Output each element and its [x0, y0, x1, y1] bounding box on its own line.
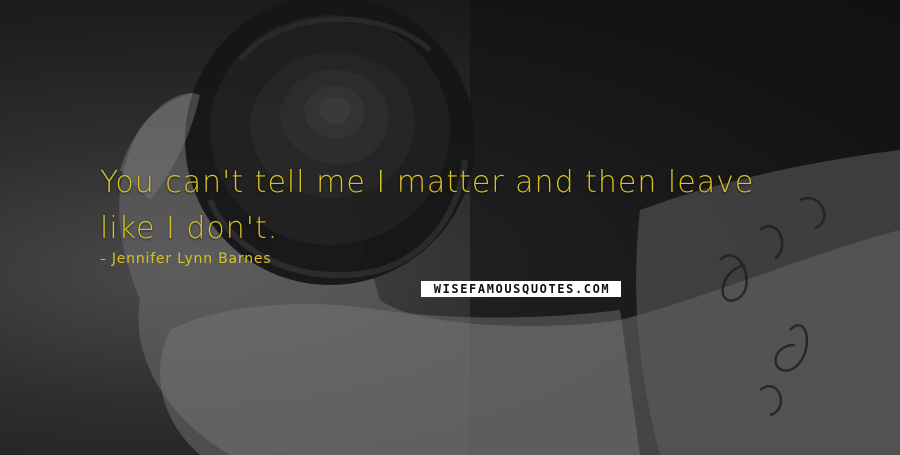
watermark-logo: WISEFAMOUSQUOTES.COM	[421, 281, 621, 297]
dash-icon: –	[100, 252, 107, 266]
quote-text: You can't tell me I matter and then leav…	[100, 165, 755, 246]
quote-card: You can't tell me I matter and then leav…	[0, 0, 900, 455]
author-attribution: – Jennifer Lynn Barnes	[100, 251, 271, 267]
author-name: Jennifer Lynn Barnes	[111, 251, 272, 267]
